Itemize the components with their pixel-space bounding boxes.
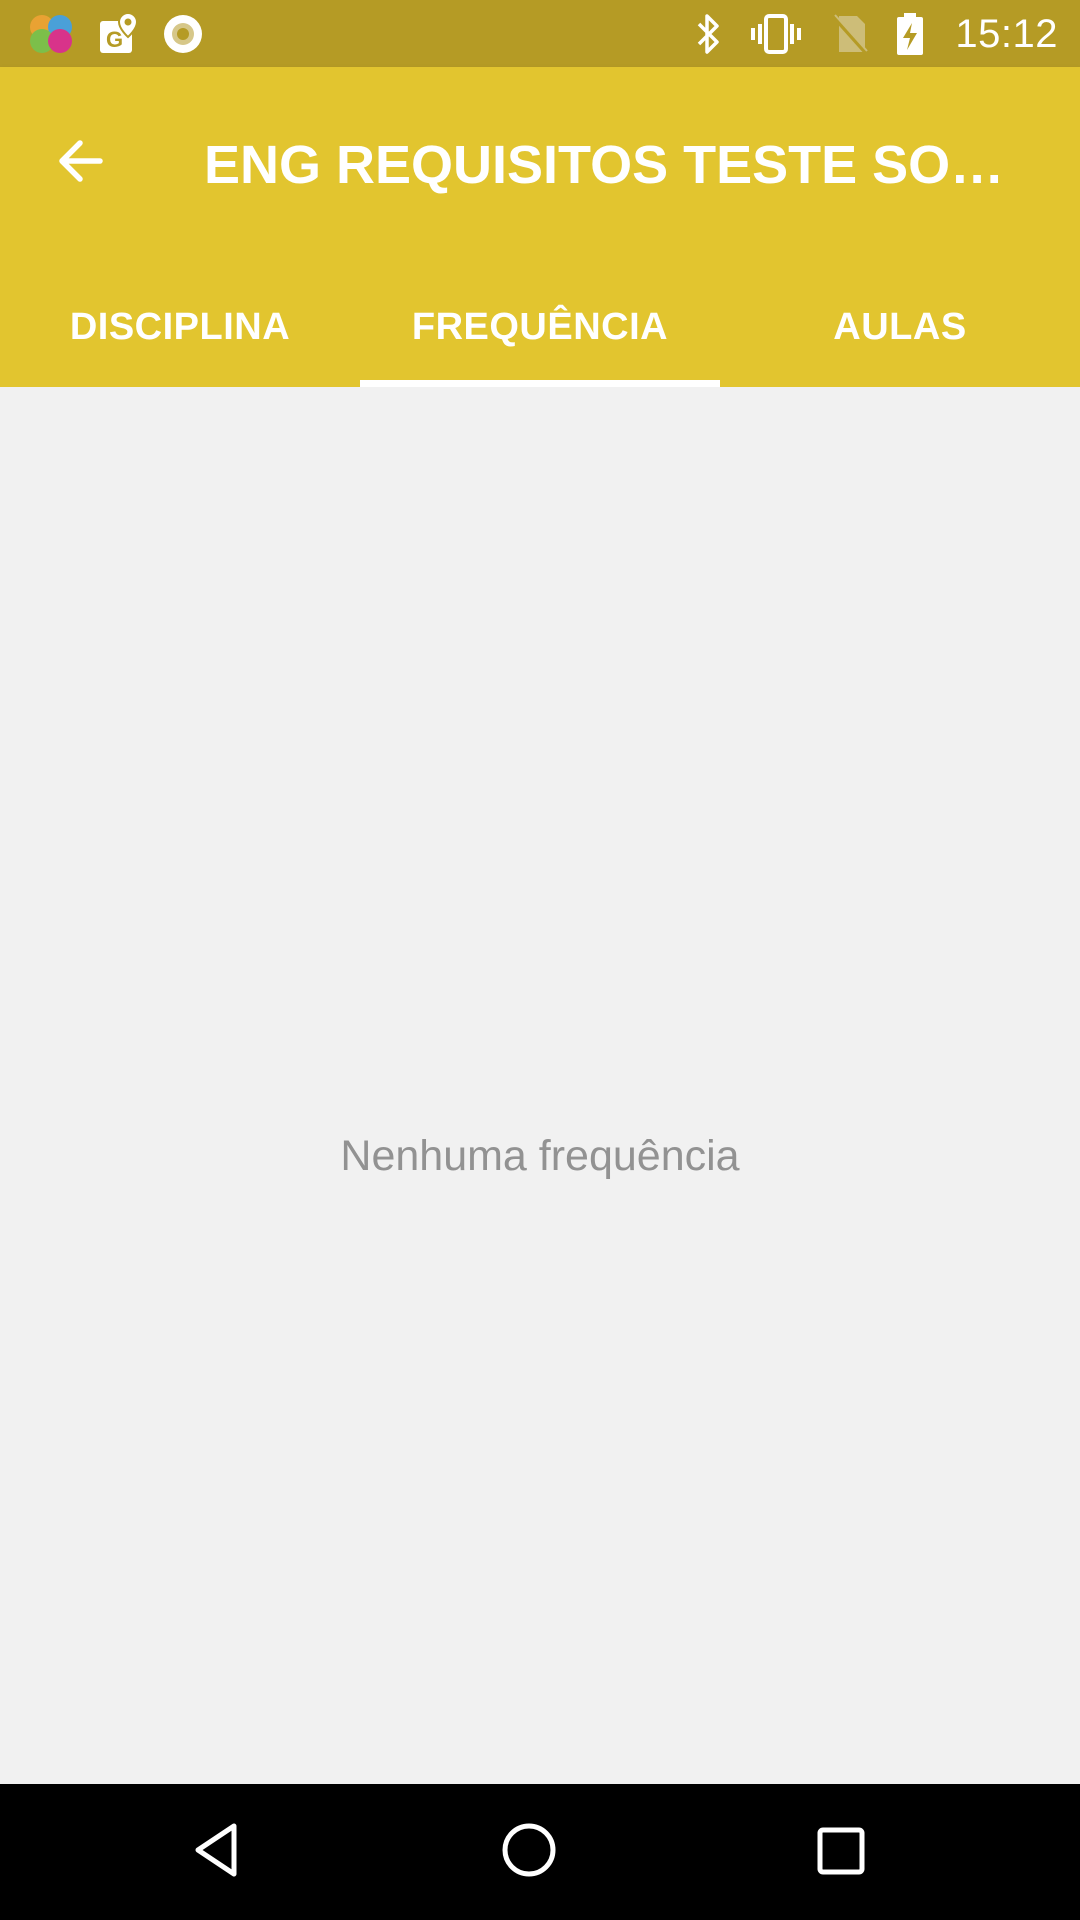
back-button[interactable] [30,113,130,213]
app-screen: G 15:12 ENG REQUISITOS TESTE SOFT DISCIP… [0,0,1080,1920]
tab-bar: DISCIPLINA FREQUÊNCIA AULAS [0,267,1080,387]
circle-notification-icon [162,13,204,55]
tab-label: AULAS [833,305,967,348]
system-nav-bar [0,1784,1080,1920]
status-bar: G 15:12 [0,0,1080,67]
page-title: ENG REQUISITOS TESTE SOFTWARE [204,135,1034,195]
tab-label: DISCIPLINA [69,305,291,348]
content-area: Nenhuma frequência [0,387,1080,1784]
battery-charging-icon [895,11,925,57]
empty-state-message: Nenhuma frequência [340,1132,740,1180]
bluetooth-icon [693,12,723,56]
tab-frequencia[interactable]: FREQUÊNCIA [360,267,720,387]
tab-disciplina[interactable]: DISCIPLINA [0,267,360,387]
recents-square-icon [814,1822,870,1883]
vibrate-icon [749,12,803,56]
selected-tab-indicator [360,380,720,387]
status-right-icons: 15:12 [693,8,1058,60]
tab-label: FREQUÊNCIA [411,305,669,348]
svg-text:G: G [106,27,123,52]
nav-home-button[interactable] [479,1802,579,1902]
app-toolbar: ENG REQUISITOS TESTE SOFTWARE DISCIPLINA… [0,67,1080,387]
nav-recents-button[interactable] [792,1802,892,1902]
arrow-back-icon [54,135,106,192]
back-triangle-icon [188,1820,244,1885]
no-sim-icon [829,12,869,56]
status-left-icons: G [26,10,204,57]
maps-icon: G [98,11,140,57]
nav-back-button[interactable] [166,1802,266,1902]
home-circle-icon [499,1820,559,1885]
tab-aulas[interactable]: AULAS [720,267,1080,387]
puzzle-app-icon [26,11,76,57]
status-time: 15:12 [955,11,1058,56]
